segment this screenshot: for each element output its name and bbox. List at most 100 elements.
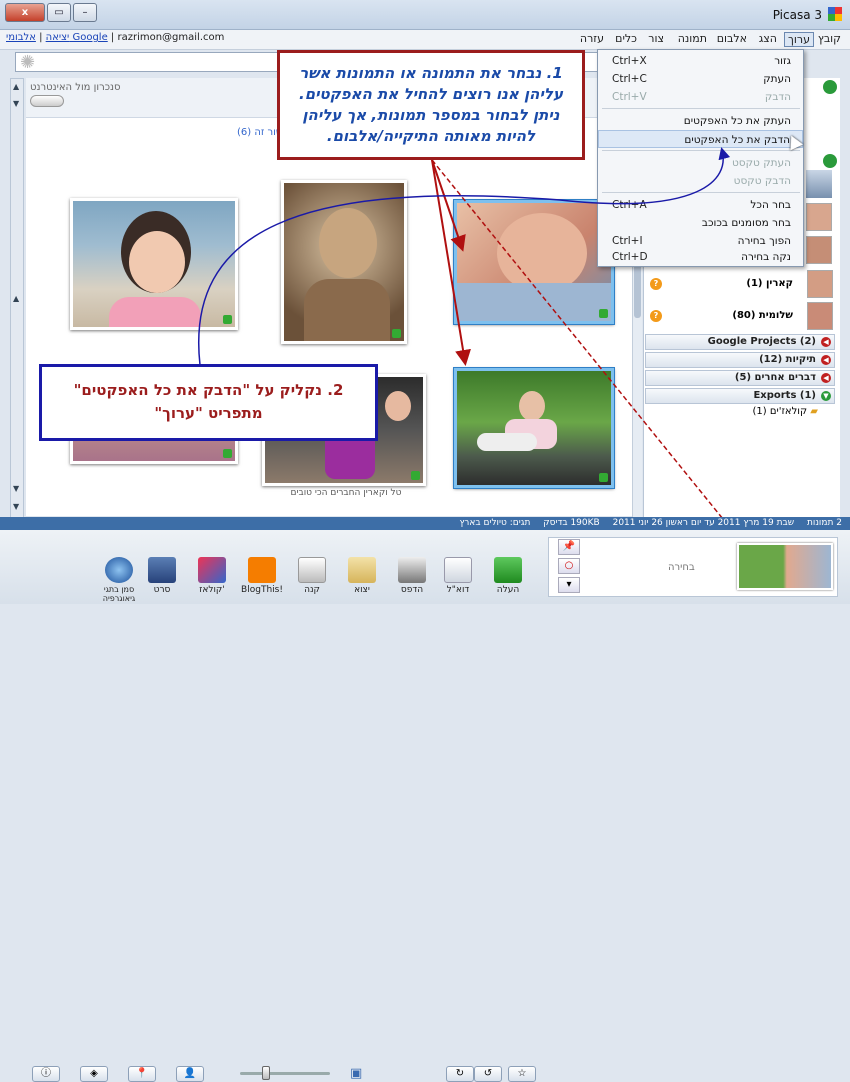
photo-grid: ישור זה (6) — [26, 118, 642, 516]
scroll-down-icon[interactable]: ▼ — [13, 484, 19, 493]
tag-button[interactable]: ◈ — [80, 1066, 108, 1082]
geotag-button[interactable]: 📍 — [128, 1066, 156, 1082]
menu-item-clear-selection[interactable]: נקה בחירה Ctrl+D — [598, 248, 803, 266]
tool-label: סרט — [153, 585, 171, 595]
person-thumbnail[interactable] — [806, 236, 832, 264]
folder-group-exports[interactable]: ▼ Exports (1) — [645, 388, 835, 404]
scroll-down-icon[interactable]: ▼ — [13, 99, 19, 108]
photo-caption: טל וקארין החברים הכי טובים — [290, 488, 402, 498]
print-tool[interactable]: הדפס — [390, 557, 434, 595]
zoom-slider-knob[interactable] — [262, 1066, 270, 1080]
print-icon — [398, 557, 426, 583]
add-to-album-button[interactable]: ▾ — [558, 577, 580, 593]
photo-thumbnail[interactable] — [281, 180, 407, 344]
person-item[interactable]: קארין (1) ? — [648, 270, 833, 300]
subfolder-collages[interactable]: ▰ קולאז'ים (1) — [688, 406, 818, 417]
logout-link[interactable]: יציאה — [46, 32, 70, 43]
close-button[interactable]: x — [5, 3, 45, 22]
menu-edit[interactable]: ערוך — [784, 32, 814, 47]
menu-item-select-starred[interactable]: בחר מסומנים בכוכב — [598, 214, 803, 232]
photo-thumbnail[interactable] — [70, 198, 238, 330]
menu-file[interactable]: קובץ — [815, 32, 844, 45]
person-name: קארין (1) — [746, 278, 793, 289]
menu-item-cut[interactable]: גזור Ctrl+X — [598, 52, 803, 70]
movie-icon — [148, 557, 176, 583]
star-button[interactable]: ☆ — [508, 1066, 536, 1082]
left-scroll-strip[interactable]: ▲ ▼ ▲ ▼ ▼ — [10, 78, 24, 518]
menu-item-copy-text[interactable]: העתק טקסט — [598, 154, 803, 172]
expand-arrow-icon[interactable]: ◀ — [821, 355, 831, 365]
scrollbar-thumb[interactable] — [634, 258, 641, 318]
person-thumbnail[interactable] — [806, 203, 832, 231]
rotate-left-button[interactable]: ↺ — [474, 1066, 502, 1082]
menu-picture[interactable]: תמונה — [675, 32, 710, 45]
status-tags: תגים: טיולים בארץ — [459, 518, 531, 528]
folder-group-google-projects[interactable]: ◀ Google Projects (2) — [645, 334, 835, 350]
tray-thumbnails[interactable] — [737, 543, 833, 590]
rotate-right-button[interactable]: ↻ — [446, 1066, 474, 1082]
tool-label: דוא"ל — [446, 585, 470, 595]
shop-tool[interactable]: קנה — [290, 557, 334, 595]
info-button[interactable]: ⓘ — [32, 1066, 60, 1082]
menu-item-select-all[interactable]: בחר הכל Ctrl+A — [598, 196, 803, 214]
account-separator: | — [39, 32, 43, 43]
menu-item-paste-all-effects[interactable]: הדבק את כל האפקטים — [598, 130, 803, 148]
photo-thumbnail-selected[interactable] — [453, 367, 615, 489]
clear-tray-button[interactable]: ○ — [558, 558, 580, 574]
zoom-photo-icon[interactable]: ▣ — [350, 1066, 362, 1081]
person-item[interactable]: שלומית (80) ? — [648, 302, 833, 332]
person-thumbnail — [807, 302, 833, 330]
menu-help[interactable]: עזרה — [577, 32, 607, 45]
scroll-up-icon[interactable]: ▲ — [13, 82, 19, 91]
upload-status-icon — [223, 449, 232, 458]
maximize-button[interactable]: ▭ — [47, 3, 71, 22]
edit-menu-dropdown: גזור Ctrl+X העתק Ctrl+C הדבק Ctrl+V העתק את… — [597, 49, 804, 267]
people-button[interactable]: 👤 — [176, 1066, 204, 1082]
tool-label: BlogThis! — [241, 585, 283, 595]
menu-album[interactable]: אלבום — [714, 32, 750, 45]
blogthis-tool[interactable]: BlogThis! — [240, 557, 284, 595]
menu-separator — [602, 108, 800, 109]
account-bar: יציאה | אלבומי Google | razrimon@gmail.c… — [6, 32, 224, 43]
folder-group-label: דברים אחרים (5) — [734, 372, 816, 383]
scroll-down-icon[interactable]: ▼ — [13, 502, 19, 511]
unconfirmed-icon[interactable]: ? — [650, 278, 662, 290]
unconfirmed-icon[interactable]: ? — [650, 310, 662, 322]
expand-arrow-icon[interactable]: ◀ — [821, 373, 831, 383]
sync-toggle[interactable] — [30, 95, 64, 107]
folder-group-label: תיקיות (12) — [759, 354, 816, 365]
menu-create[interactable]: צור — [645, 32, 667, 45]
menu-tools[interactable]: כלים — [612, 32, 640, 45]
hold-button[interactable]: 📌 — [558, 539, 580, 555]
menu-item-copy[interactable]: העתק Ctrl+C — [598, 70, 803, 88]
expand-arrow-icon[interactable]: ◀ — [821, 337, 831, 347]
menu-separator — [602, 192, 800, 193]
folder-group-other[interactable]: ◀ דברים אחרים (5) — [645, 370, 835, 386]
movie-tool[interactable]: סרט — [140, 557, 184, 595]
export-folder-icon — [348, 557, 376, 583]
collapse-icon[interactable] — [823, 80, 837, 94]
upload-tool[interactable]: העלה — [486, 557, 530, 595]
folder-group-label: Exports (1) — [753, 390, 816, 401]
geotag-tool[interactable]: סמן בתגי גיאוגרפיה — [96, 557, 142, 603]
app-title: Picasa 3 — [772, 8, 822, 22]
collage-tool[interactable]: קולאז' — [190, 557, 234, 595]
collapse-icon[interactable] — [823, 154, 837, 168]
menu-item-paste-text[interactable]: הדבק טקסט — [598, 172, 803, 190]
export-tool[interactable]: יצוא — [340, 557, 384, 595]
menu-item-copy-all-effects[interactable]: העתק את כל האפקטים — [598, 112, 803, 130]
scroll-up-icon[interactable]: ▲ — [13, 294, 19, 303]
tray-label: בחירה — [668, 562, 695, 573]
menu-item-paste[interactable]: הדבק Ctrl+V — [598, 88, 803, 106]
zoom-slider[interactable] — [240, 1066, 330, 1080]
folder-group-folders[interactable]: ◀ תיקיות (12) — [645, 352, 835, 368]
minimize-button[interactable]: – — [73, 3, 97, 22]
photo-thumbnail-selected[interactable] — [453, 199, 615, 325]
status-bar: 2 תמונות שבת 19 מרץ 2011 עד יום ראשון 26… — [0, 517, 850, 530]
menu-view[interactable]: הצג — [756, 32, 780, 45]
collapse-arrow-icon[interactable]: ▼ — [821, 391, 831, 401]
email-tool[interactable]: דוא"ל — [436, 557, 480, 595]
unknown-person-icon[interactable] — [806, 170, 832, 198]
subfolder-label: קולאז'ים (1) — [752, 406, 808, 417]
tool-label: הדפס — [400, 585, 424, 595]
